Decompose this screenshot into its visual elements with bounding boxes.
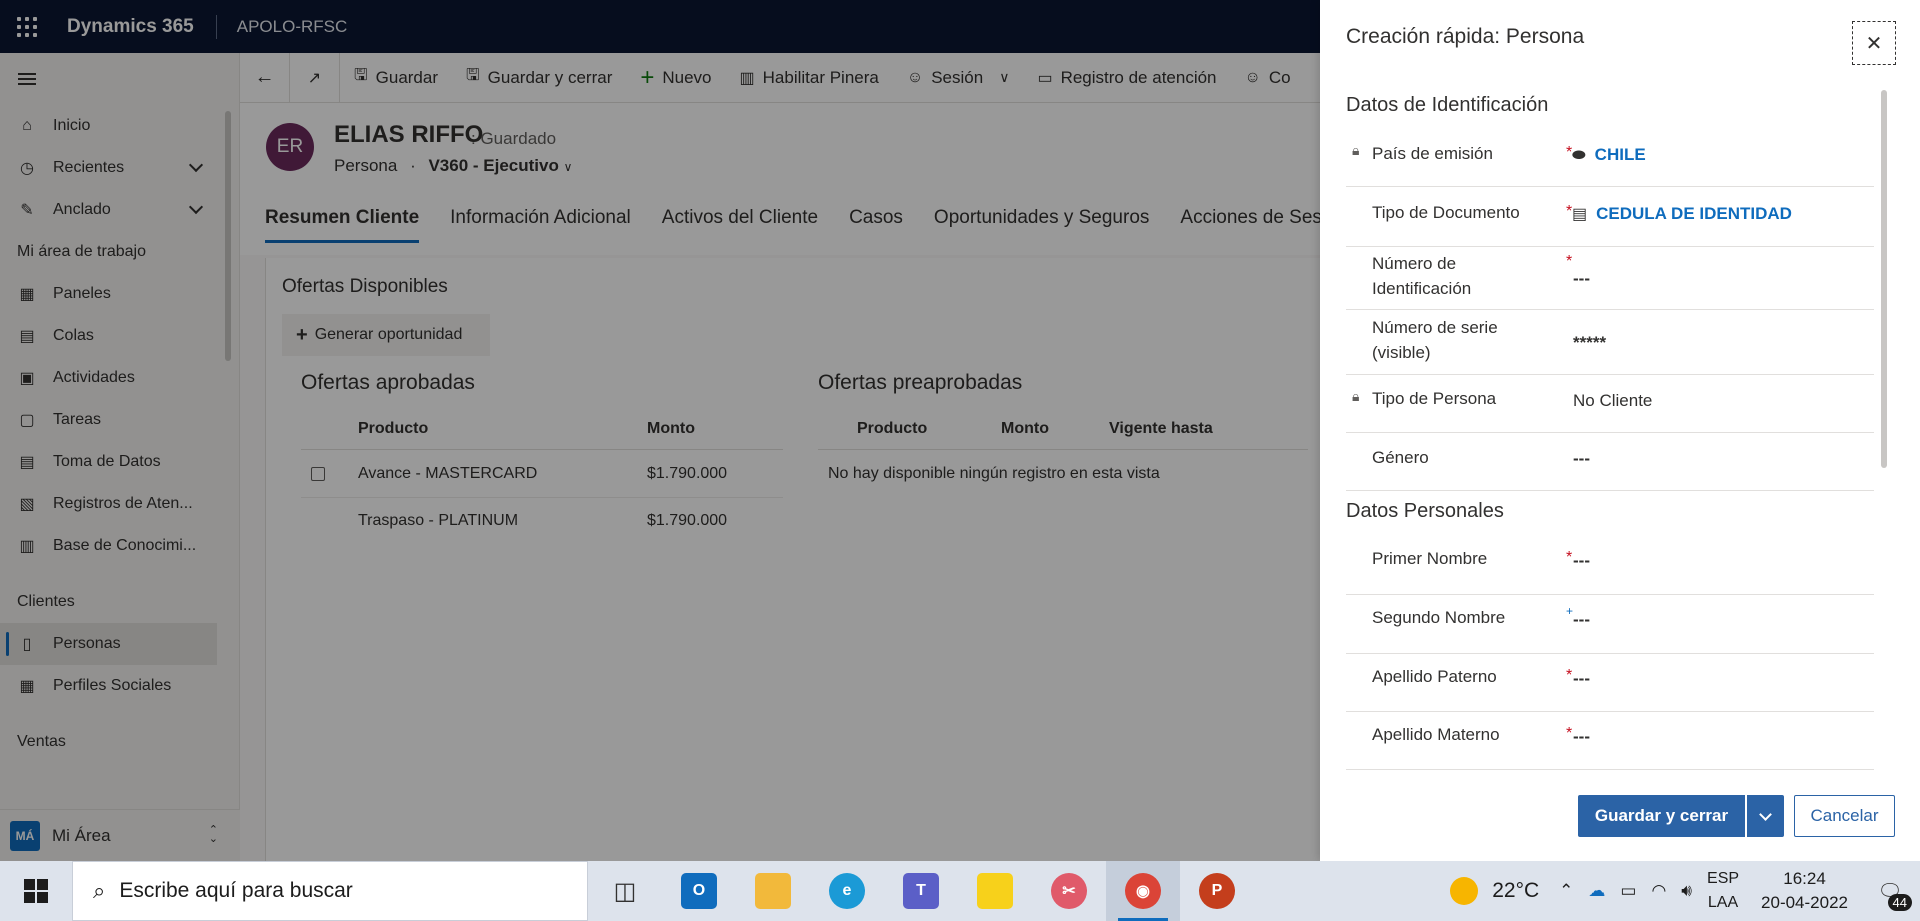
card-icon: ▤ — [1572, 206, 1588, 223]
file-explorer-button[interactable] — [736, 861, 810, 921]
cancel-button[interactable]: Cancelar — [1794, 795, 1895, 837]
powerpoint-icon: P — [1199, 873, 1235, 909]
section-title: Datos de Identificación — [1346, 94, 1549, 116]
battery-icon[interactable]: ▭ — [1620, 881, 1636, 901]
taskbar-search[interactable]: ⌕ Escribe aquí para buscar — [72, 861, 588, 921]
lookup-value[interactable]: ▤ CEDULA DE IDENTIDAD — [1572, 204, 1792, 224]
sticky-notes-button[interactable] — [958, 861, 1032, 921]
edge-icon: e — [829, 873, 865, 909]
field-value: No Cliente — [1573, 391, 1653, 410]
field-pais-emision[interactable]: 🔒︎ País de emisión * ⬬ CHILE — [1346, 131, 1874, 187]
sticky-notes-icon — [977, 873, 1013, 909]
required-indicator: * — [1566, 667, 1573, 684]
required-indicator: * — [1566, 725, 1573, 742]
modal-overlay[interactable] — [0, 0, 1320, 861]
field-value[interactable]: ***** — [1573, 333, 1606, 353]
tag-icon: ⬬ — [1572, 147, 1586, 164]
powerpoint-button[interactable]: P — [1180, 861, 1254, 921]
field-label: País de emisión — [1372, 144, 1493, 163]
teams-icon: T — [903, 873, 939, 909]
panel-title: Creación rápida: Persona — [1346, 25, 1585, 48]
field-label: Apellido Paterno — [1372, 667, 1497, 686]
teams-button[interactable]: T — [884, 861, 958, 921]
close-button[interactable]: ✕ — [1852, 21, 1896, 65]
chrome-button[interactable]: ◉ — [1106, 861, 1180, 921]
field-value[interactable]: --- — [1573, 269, 1590, 289]
field-segundo-nombre[interactable]: Segundo Nombre + --- — [1346, 595, 1874, 654]
field-value[interactable]: --- — [1573, 610, 1590, 630]
volume-icon[interactable]: 🔊︎ — [1681, 881, 1692, 901]
field-label: Tipo de Persona — [1372, 389, 1497, 408]
field-apellido-materno[interactable]: Apellido Materno * --- — [1346, 712, 1874, 770]
field-tipo-documento[interactable]: Tipo de Documento * ▤ CEDULA DE IDENTIDAD — [1346, 187, 1874, 247]
field-label: Apellido Materno — [1372, 725, 1500, 744]
field-value[interactable]: --- — [1573, 449, 1590, 469]
field-label: Tipo de Documento — [1372, 203, 1520, 222]
field-label: Número de Identificación — [1372, 254, 1472, 298]
onedrive-icon[interactable]: ☁ — [1588, 881, 1605, 901]
language-indicator[interactable]: ESP LAA — [1707, 867, 1739, 915]
task-view-icon: ◫ — [613, 877, 637, 905]
field-label: Género — [1372, 448, 1429, 467]
search-icon: ⌕ — [93, 878, 106, 903]
windows-logo-icon — [24, 879, 48, 903]
keyboard-layout: LAA — [1707, 894, 1739, 911]
clock[interactable]: 16:24 20-04-2022 — [1761, 867, 1848, 915]
scissors-icon: ✂ — [1051, 873, 1087, 909]
wifi-icon[interactable]: ◠ — [1651, 881, 1666, 901]
language-code: ESP — [1707, 870, 1740, 887]
recommended-indicator: + — [1566, 604, 1574, 618]
lock-icon: 🔒︎ — [1352, 142, 1360, 158]
outlook-button[interactable]: O — [662, 861, 736, 921]
search-placeholder: Escribe aquí para buscar — [119, 879, 353, 902]
field-primer-nombre[interactable]: Primer Nombre * --- — [1346, 536, 1874, 595]
chevron-down-icon — [1759, 807, 1772, 821]
lock-icon: 🔒︎ — [1352, 388, 1360, 404]
weather-sun-icon[interactable] — [1450, 877, 1479, 905]
folder-icon — [755, 873, 791, 909]
snipping-tool-button[interactable]: ✂ — [1032, 861, 1106, 921]
notification-count: 44 — [1887, 894, 1912, 911]
field-genero[interactable]: Género --- — [1346, 433, 1874, 491]
save-close-button[interactable]: Guardar y cerrar — [1578, 795, 1745, 837]
start-button[interactable] — [0, 861, 72, 921]
field-label: Primer Nombre — [1372, 549, 1488, 568]
save-options-button[interactable] — [1746, 795, 1784, 837]
notifications-button[interactable]: 🗨︎ 44 — [1870, 871, 1912, 911]
panel-scrollbar[interactable] — [1881, 90, 1887, 468]
field-numero-serie[interactable]: Número de serie (visible) ***** — [1346, 310, 1874, 375]
chrome-icon: ◉ — [1125, 873, 1161, 909]
panel-footer: Guardar y cerrar Cancelar — [1320, 783, 1920, 861]
windows-taskbar: ⌕ Escribe aquí para buscar ◫ O e T ✂ ◉ P… — [0, 861, 1920, 921]
field-label: Número de serie (visible) — [1372, 318, 1498, 362]
temperature[interactable]: 22°C — [1492, 879, 1539, 903]
clock-date: 20-04-2022 — [1761, 893, 1848, 912]
required-indicator: * — [1566, 549, 1573, 566]
required-indicator: * — [1566, 253, 1573, 270]
section-title: Datos Personales — [1346, 500, 1504, 522]
chevron-up-icon[interactable]: ⌃ — [1559, 881, 1573, 901]
field-value[interactable]: --- — [1573, 669, 1590, 689]
field-value[interactable]: --- — [1573, 551, 1590, 571]
lookup-value[interactable]: ⬬ CHILE — [1572, 145, 1646, 165]
edge-button[interactable]: e — [810, 861, 884, 921]
field-numero-identificacion[interactable]: Número de Identificación * --- — [1346, 247, 1874, 310]
outlook-icon: O — [681, 873, 717, 909]
field-apellido-paterno[interactable]: Apellido Paterno * --- — [1346, 654, 1874, 712]
clock-time: 16:24 — [1783, 869, 1826, 888]
field-tipo-persona[interactable]: 🔒︎ Tipo de Persona No Cliente — [1346, 375, 1874, 433]
field-value[interactable]: --- — [1573, 727, 1590, 747]
field-label: Segundo Nombre — [1372, 608, 1506, 627]
system-tray: 22°C ⌃ ☁ ▭ ◠ 🔊︎ ESP LAA 16:24 20-04-2022… — [1450, 861, 1920, 921]
task-view-button[interactable]: ◫ — [588, 861, 662, 921]
close-icon: ✕ — [1865, 32, 1883, 55]
quick-create-panel: Creación rápida: Persona ✕ Datos de Iden… — [1320, 0, 1920, 861]
